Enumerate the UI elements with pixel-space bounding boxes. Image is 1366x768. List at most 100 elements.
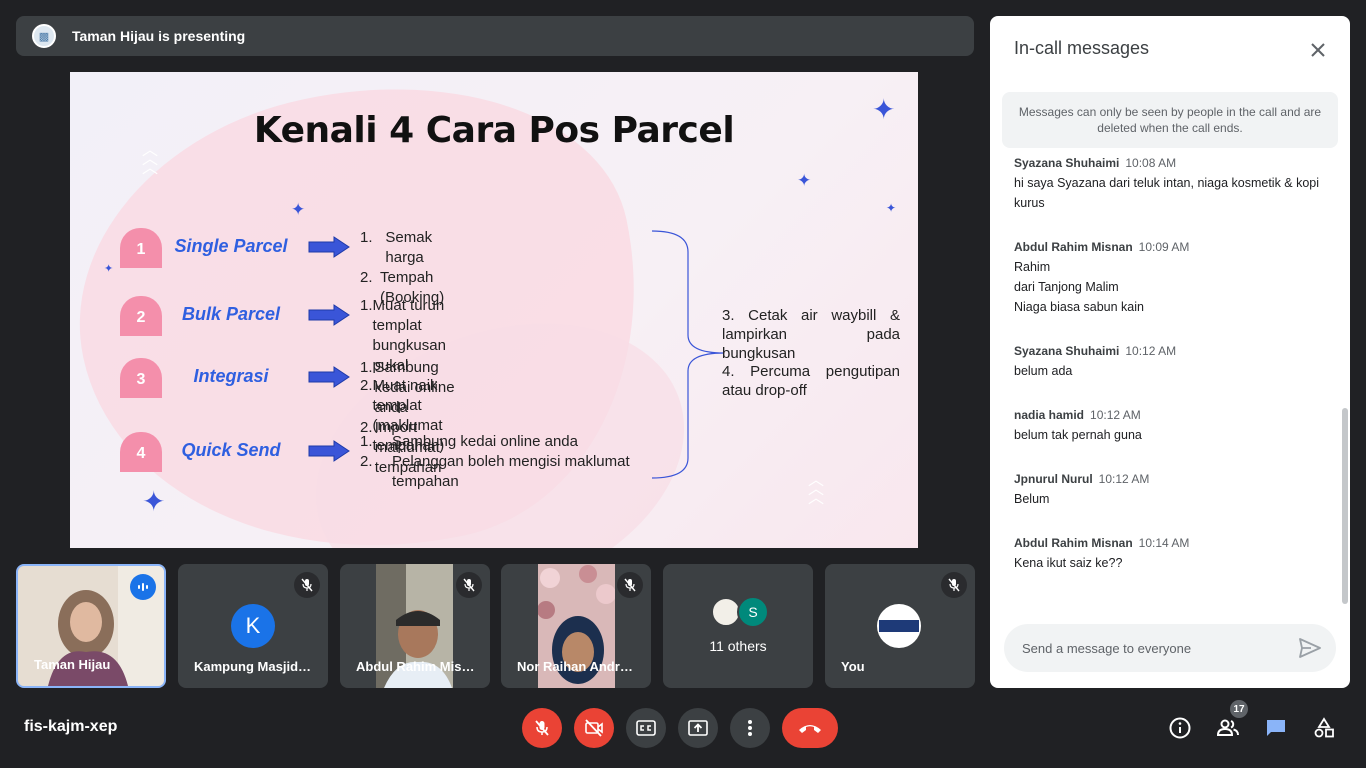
participant-tile[interactable]: You <box>825 564 975 688</box>
speaking-indicator-icon <box>130 574 156 600</box>
chat-message: Syazana Shuhaimi 10:12 AM belum ada <box>1014 344 1324 381</box>
participant-name: You <box>841 659 865 674</box>
participant-tile[interactable]: Taman Hijau <box>16 564 166 688</box>
sparkle-icon: ✦ <box>886 201 897 215</box>
mic-off-icon <box>617 572 643 598</box>
message-sender: Syazana Shuhaimi <box>1014 344 1120 358</box>
participant-name: Abdul Rahim Misnan <box>356 659 476 674</box>
method-steps: 1. Sambung kedai online anda 2. Pelanggan … <box>360 432 660 492</box>
mic-off-icon <box>294 572 320 598</box>
meeting-code: fis-kajm-xep <box>24 718 118 735</box>
chat-panel: In-call messages Messages can only be se… <box>990 16 1350 688</box>
closed-captions-icon <box>636 720 656 736</box>
method-step: 1. Semak harga <box>360 229 433 266</box>
participant-tile[interactable]: K Kampung Masjid Tinggi <box>178 564 328 688</box>
chat-notice: Messages can only be seen by people in t… <box>1002 92 1338 148</box>
presenting-banner: ▩ Taman Hijau is presenting <box>16 16 974 56</box>
curly-bracket-icon <box>651 230 725 479</box>
more-options-button[interactable] <box>730 708 770 748</box>
participant-name: Kampung Masjid Tinggi <box>194 659 314 674</box>
slide-title: Kenali 4 Cara Pos Parcel <box>253 110 735 151</box>
presenting-text: Taman Hijau is presenting <box>72 28 246 44</box>
others-count: 11 others <box>709 638 767 654</box>
send-message-button[interactable] <box>1298 636 1322 660</box>
participant-name: Nor Raihan Andrew <box>517 659 637 674</box>
method-name: Single Parcel <box>174 236 288 256</box>
method-name: Quick Send <box>181 440 281 460</box>
method-step: 2. Pelanggan boleh mengisi maklumat tempa… <box>360 453 630 490</box>
close-chat-button[interactable] <box>1302 34 1334 66</box>
method-name: Bulk Parcel <box>181 304 281 324</box>
message-text: hi saya Syazana dari teluk intan, niaga … <box>1014 176 1320 210</box>
method-step: 1. Sambung kedai online anda <box>360 433 578 450</box>
camera-off-icon <box>585 719 603 737</box>
method-number-badge: 3 <box>120 358 162 398</box>
message-time: 10:12 AM <box>1125 344 1177 358</box>
message-list: Syazana Shuhaimi 10:08 AM hi saya Syazana… <box>1014 156 1324 600</box>
mic-off-icon <box>535 720 549 736</box>
arrow-right-icon <box>308 236 350 258</box>
hang-up-icon <box>799 725 821 733</box>
mic-off-icon <box>456 572 482 598</box>
message-text: belum ada <box>1014 364 1073 378</box>
chat-title: In-call messages <box>1014 38 1150 58</box>
method-step: 1. Sambung kedai online anda <box>360 359 455 416</box>
present-now-button[interactable] <box>678 708 718 748</box>
activities-icon <box>1314 717 1334 738</box>
chat-scrollbar[interactable] <box>1342 408 1348 604</box>
close-icon <box>1311 43 1325 57</box>
send-icon <box>1299 638 1321 658</box>
arrow-right-icon <box>308 440 350 462</box>
chat-message: Jpnurul Nurul 10:12 AM Belum <box>1014 472 1324 509</box>
message-time: 10:12 AM <box>1090 408 1141 422</box>
participant-tile[interactable]: Nor Raihan Andrew <box>501 564 651 688</box>
sparkle-icon: ✦ <box>104 263 114 275</box>
microphone-toggle-button[interactable] <box>522 708 562 748</box>
presenter-avatar: ▩ <box>32 24 56 48</box>
sparkle-icon: ✦ <box>797 171 812 190</box>
message-text: dari Tanjong Malim <box>1014 280 1119 294</box>
chevron-decoration-icon: ︿ ︿ ︿ <box>808 472 824 507</box>
message-text: Niaga biasa sabun kain <box>1014 300 1144 314</box>
method-number-badge: 2 <box>120 296 162 336</box>
more-vert-icon <box>748 720 752 736</box>
participant-name: Taman Hijau <box>34 657 111 672</box>
meeting-details-button[interactable] <box>1164 712 1196 744</box>
message-text: Kena ikut saiz ke?? <box>1014 556 1123 570</box>
camera-toggle-button[interactable] <box>574 708 614 748</box>
participant-tile[interactable]: S 11 others <box>663 564 813 688</box>
present-screen-icon <box>688 720 708 736</box>
message-sender: Jpnurul Nurul <box>1014 472 1093 486</box>
side-note: 4. Percuma pengutipan atau drop-off <box>722 363 900 399</box>
chat-message: Abdul Rahim Misnan 10:14 AM Kena ikut sai… <box>1014 536 1324 573</box>
method-name: Integrasi <box>193 366 269 386</box>
message-text: Belum <box>1014 492 1050 506</box>
arrow-right-icon <box>308 366 350 388</box>
sparkle-icon: ✦ <box>291 200 306 219</box>
message-time: 10:09 AM <box>1138 240 1190 254</box>
presentation-slide: ︿ ︿ ︿ ︿ ︿ ︿ ✦ ✦ ✦ ✦ ✦ ✦ Kenali 4 Cara Pos Pa… <box>70 72 918 548</box>
participant-avatar: K <box>231 604 275 648</box>
captions-button[interactable] <box>626 708 666 748</box>
method-number-badge: 1 <box>120 228 162 268</box>
message-sender: Abdul Rahim Misnan <box>1014 536 1133 550</box>
chat-button[interactable] <box>1260 712 1292 744</box>
message-sender: Syazana Shuhaimi <box>1014 156 1120 170</box>
people-icon <box>1216 719 1239 736</box>
method-number-badge: 4 <box>120 432 162 472</box>
message-time: 10:08 AM <box>1125 156 1177 170</box>
side-note: 3. Cetak air waybill & lampirkan pada bu… <box>722 307 900 362</box>
info-icon <box>1169 717 1191 739</box>
message-text: belum tak pernah guna <box>1014 428 1142 442</box>
activities-button[interactable] <box>1308 712 1340 744</box>
people-count-badge: 17 <box>1230 700 1248 718</box>
message-text: Rahim <box>1014 260 1051 274</box>
participant-avatar: S <box>737 596 769 628</box>
chat-message-input[interactable] <box>1004 624 1336 672</box>
message-sender: nadia hamid <box>1014 408 1085 422</box>
mic-off-icon <box>941 572 967 598</box>
chat-message: Abdul Rahim Misnan 10:09 AM Rahim dari Ta… <box>1014 240 1324 317</box>
leave-call-button[interactable] <box>782 708 838 748</box>
participant-tile[interactable]: Abdul Rahim Misnan <box>340 564 490 688</box>
message-time: 10:12 AM <box>1098 472 1150 486</box>
